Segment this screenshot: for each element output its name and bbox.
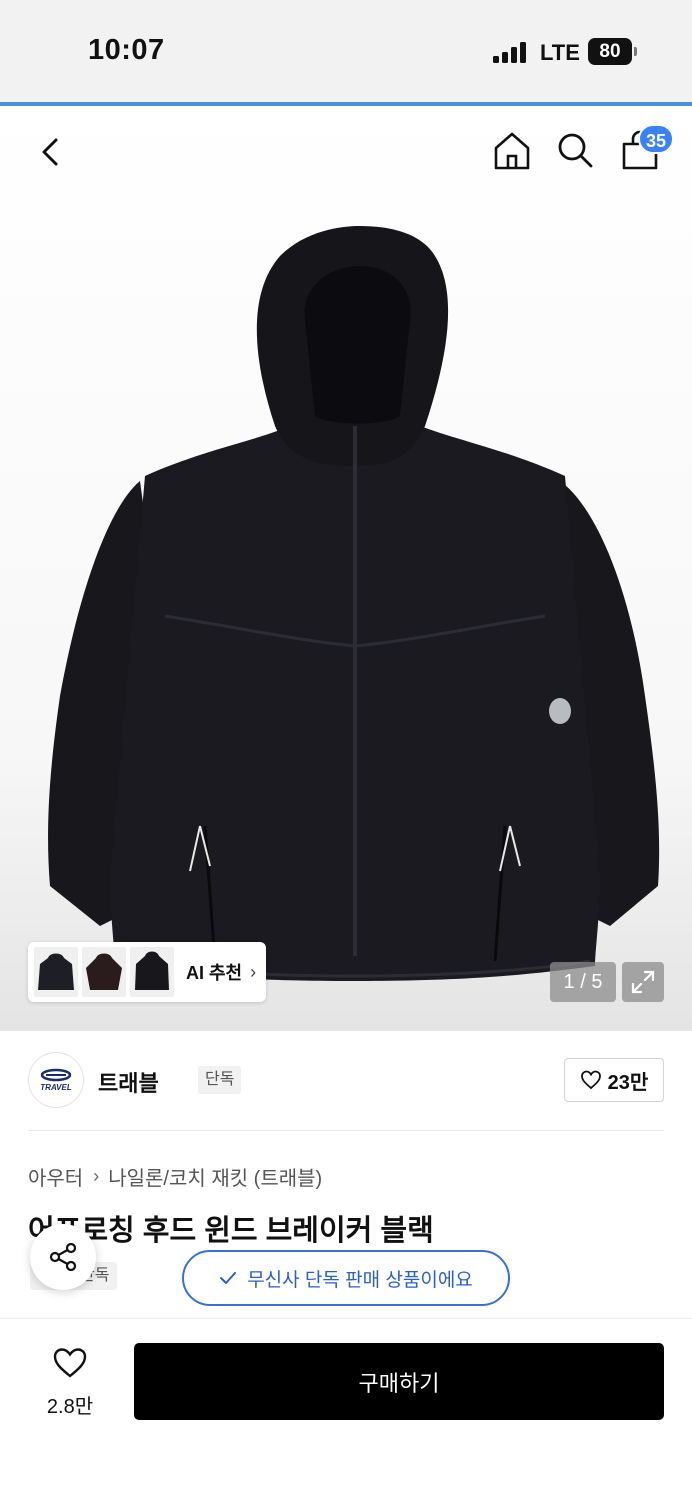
breadcrumb-item[interactable]: 나일론/코치 재킷 (트래블) [108,1162,322,1191]
share-icon [49,1242,77,1272]
exclusive-tag: 단독 [198,1066,242,1094]
chevron-right-icon: › [250,961,257,982]
check-icon [220,1272,237,1284]
cart-count-badge: 35 [638,124,675,154]
ai-recommend-label: AI 추천 [186,963,243,983]
back-arrow-icon[interactable] [30,132,70,172]
jacket-thumbnail-icon [86,953,122,990]
wish-count: 2.8만 [46,1396,94,1418]
bottom-action-bar: 2.8만 구매하기 [0,1318,692,1500]
battery-level: 80 [599,41,621,62]
ai-thumbnail[interactable] [34,947,78,997]
image-page-indicator: 1 / 5 [550,962,616,1002]
ai-thumbnail[interactable] [82,947,126,997]
exclusive-sale-pill[interactable]: 무신사 단독 판매 상품이에요 [182,1250,510,1306]
product-gallery[interactable]: 35 AI 추천 › 1 / 5 [0,106,692,1031]
brand-logo-text: TRAVEL [40,1083,72,1092]
status-bar: 10:07 LTE 80 [0,0,692,104]
chevron-right-icon: › [93,1166,100,1186]
brand-like-button[interactable]: 23만 [564,1058,664,1102]
heart-icon [580,1070,601,1090]
heart-icon [53,1348,87,1378]
home-icon[interactable] [490,128,534,172]
signal-icon [493,41,529,63]
wishlist-button[interactable]: 2.8만 [30,1347,110,1419]
divider [28,1130,664,1131]
status-time: 10:07 [88,34,165,66]
breadcrumb-item[interactable]: 아우터 [28,1162,83,1191]
product-image [48,226,660,981]
brand-like-count: 23만 [607,1071,649,1094]
brand-name[interactable]: 트래블 [98,1066,159,1098]
brand-logo-mark-icon [40,1068,72,1082]
jacket-thumbnail-icon [135,951,169,990]
exclusive-sale-text: 무신사 단독 판매 상품이에요 [247,1269,473,1291]
brand-logo[interactable]: TRAVEL [28,1052,84,1108]
battery-icon: 80 [588,38,637,65]
breadcrumb: 아우터 › 나일론/코치 재킷 (트래블) [28,1162,322,1191]
search-icon[interactable] [555,130,595,170]
network-type: LTE [540,40,580,65]
jacket-thumbnail-icon [38,953,74,990]
brand-row: TRAVEL 트래블 단독 23만 [28,1050,664,1112]
share-button[interactable] [30,1224,96,1290]
ai-recommend-card[interactable]: AI 추천 › [28,942,266,1002]
expand-icon [631,970,655,994]
ai-thumbnail[interactable] [130,947,174,997]
expand-button[interactable] [622,962,664,1002]
buy-button[interactable]: 구매하기 [134,1343,664,1420]
